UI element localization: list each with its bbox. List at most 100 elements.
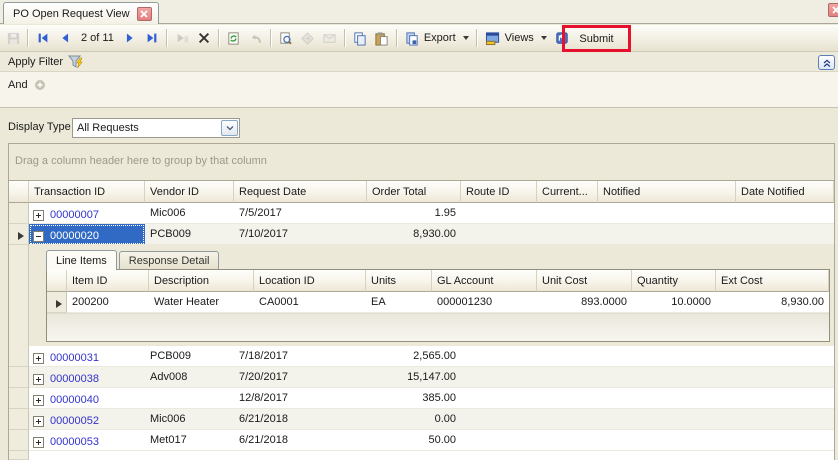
- tab-po-open-request-view[interactable]: PO Open Request View: [3, 2, 159, 24]
- paste-button[interactable]: [371, 27, 393, 49]
- table-row[interactable]: 00000040 12/8/2017 385.00: [9, 388, 834, 409]
- transaction-id-link[interactable]: 00000053: [50, 436, 99, 448]
- submit-button[interactable]: Submit: [567, 27, 626, 50]
- notified-cell[interactable]: [598, 388, 736, 409]
- column-header-vendor-id[interactable]: Vendor ID: [145, 181, 234, 203]
- route-id-cell[interactable]: [461, 409, 537, 430]
- table-row[interactable]: 00000007 Mic006 7/5/2017 1.95: [9, 203, 834, 224]
- column-header-ext-cost[interactable]: Ext Cost: [716, 270, 829, 292]
- tab-close-button[interactable]: [137, 7, 152, 21]
- column-header-item-id[interactable]: Item ID: [67, 270, 149, 292]
- request-date-cell[interactable]: 7/5/2017: [234, 203, 367, 224]
- expand-icon[interactable]: [33, 353, 44, 364]
- transaction-id-link[interactable]: 00000040: [50, 394, 99, 406]
- tab-response-detail[interactable]: Response Detail: [119, 251, 220, 269]
- expand-icon[interactable]: [33, 416, 44, 427]
- transaction-id-cell[interactable]: 00000052: [29, 409, 145, 430]
- goto-button[interactable]: [297, 27, 319, 49]
- request-date-cell[interactable]: 6/21/2018: [234, 430, 367, 451]
- add-condition-icon[interactable]: [34, 79, 46, 91]
- order-total-cell[interactable]: 15,147.00: [367, 367, 461, 388]
- current-cell[interactable]: [537, 388, 598, 409]
- collapse-filter-button[interactable]: [818, 55, 835, 70]
- line-item-row[interactable]: 200200 Water Heater CA0001 EA 000001230 …: [47, 292, 829, 313]
- column-header-current[interactable]: Current...: [537, 181, 598, 203]
- filter-and-operator[interactable]: And: [8, 79, 28, 91]
- date-notified-cell[interactable]: [736, 409, 834, 430]
- expand-icon[interactable]: [33, 395, 44, 406]
- column-header-transaction-id[interactable]: Transaction ID: [29, 181, 145, 203]
- transaction-id-link[interactable]: 00000020: [50, 230, 99, 242]
- collapse-icon[interactable]: [33, 231, 44, 242]
- table-row[interactable]: 00000031 PCB009 7/18/2017 2,565.00: [9, 346, 834, 367]
- route-id-cell[interactable]: [461, 367, 537, 388]
- date-notified-cell[interactable]: [736, 203, 834, 224]
- column-header-route-id[interactable]: Route ID: [461, 181, 537, 203]
- column-header-quantity[interactable]: Quantity: [632, 270, 716, 292]
- request-date-cell[interactable]: 7/20/2017: [234, 367, 367, 388]
- order-total-cell[interactable]: 385.00: [367, 388, 461, 409]
- vendor-id-cell[interactable]: Adv008: [145, 367, 234, 388]
- date-notified-cell[interactable]: [736, 388, 834, 409]
- date-notified-cell[interactable]: [736, 346, 834, 367]
- transaction-id-cell[interactable]: 00000020: [29, 224, 145, 245]
- route-id-cell[interactable]: [461, 224, 537, 245]
- transaction-id-cell[interactable]: 00000053: [29, 430, 145, 451]
- transaction-id-link[interactable]: 00000038: [50, 373, 99, 385]
- current-cell[interactable]: [537, 203, 598, 224]
- order-total-cell[interactable]: 8,930.00: [367, 224, 461, 245]
- request-date-cell[interactable]: 7/10/2017: [234, 224, 367, 245]
- date-notified-cell[interactable]: [736, 224, 834, 245]
- undo-button[interactable]: [245, 27, 267, 49]
- transaction-id-cell[interactable]: 00000007: [29, 203, 145, 224]
- units-cell[interactable]: EA: [366, 292, 432, 313]
- table-row[interactable]: 00000053 Met017 6/21/2018 50.00: [9, 430, 834, 451]
- column-header-units[interactable]: Units: [366, 270, 432, 292]
- notified-cell[interactable]: [598, 224, 736, 245]
- current-cell[interactable]: [537, 224, 598, 245]
- column-header-location-id[interactable]: Location ID: [254, 270, 366, 292]
- request-date-cell[interactable]: 12/8/2017: [234, 388, 367, 409]
- ext-cost-cell[interactable]: 8,930.00: [716, 292, 829, 313]
- last-record-button[interactable]: [141, 27, 163, 49]
- notified-cell[interactable]: [598, 409, 736, 430]
- current-cell[interactable]: [537, 430, 598, 451]
- email-button[interactable]: [319, 27, 341, 49]
- display-type-select[interactable]: All Requests: [72, 118, 240, 138]
- vendor-id-cell[interactable]: PCB009: [145, 224, 234, 245]
- notified-cell[interactable]: [598, 367, 736, 388]
- transaction-id-link[interactable]: 00000031: [50, 352, 99, 364]
- save-button[interactable]: [2, 27, 24, 49]
- column-header-unit-cost[interactable]: Unit Cost: [537, 270, 632, 292]
- first-record-button[interactable]: [32, 27, 54, 49]
- transaction-id-cell[interactable]: 00000040: [29, 388, 145, 409]
- notified-cell[interactable]: [598, 203, 736, 224]
- request-date-cell[interactable]: 7/18/2017: [234, 346, 367, 367]
- column-header-request-date[interactable]: Request Date: [234, 181, 367, 203]
- unit-cost-cell[interactable]: 893.0000: [537, 292, 632, 313]
- notified-cell[interactable]: [598, 430, 736, 451]
- vendor-id-cell[interactable]: Met017: [145, 430, 234, 451]
- vendor-id-cell[interactable]: PCB009: [145, 346, 234, 367]
- route-id-cell[interactable]: [461, 388, 537, 409]
- current-cell[interactable]: [537, 409, 598, 430]
- transaction-id-cell[interactable]: 00000031: [29, 346, 145, 367]
- table-row-selected[interactable]: 00000020 PCB009 7/10/2017 8,930.00: [9, 224, 834, 245]
- filter-icon[interactable]: [68, 55, 84, 69]
- table-row[interactable]: 00000052 Mic006 6/21/2018 0.00: [9, 409, 834, 430]
- route-id-cell[interactable]: [461, 203, 537, 224]
- refresh-button[interactable]: [223, 27, 245, 49]
- column-header-description[interactable]: Description: [149, 270, 254, 292]
- quantity-cell[interactable]: 10.0000: [632, 292, 716, 313]
- group-by-panel[interactable]: Drag a column header here to group by th…: [9, 144, 834, 180]
- route-id-cell[interactable]: [461, 346, 537, 367]
- combo-dropdown-button[interactable]: [221, 120, 238, 136]
- print-preview-button[interactable]: [275, 27, 297, 49]
- notified-cell[interactable]: [598, 346, 736, 367]
- tabstrip-close-button[interactable]: [828, 3, 838, 17]
- vendor-id-cell[interactable]: Mic006: [145, 203, 234, 224]
- previous-record-button[interactable]: [54, 27, 76, 49]
- gl-account-cell[interactable]: 000001230: [432, 292, 537, 313]
- column-header-gl-account[interactable]: GL Account: [432, 270, 537, 292]
- date-notified-cell[interactable]: [736, 430, 834, 451]
